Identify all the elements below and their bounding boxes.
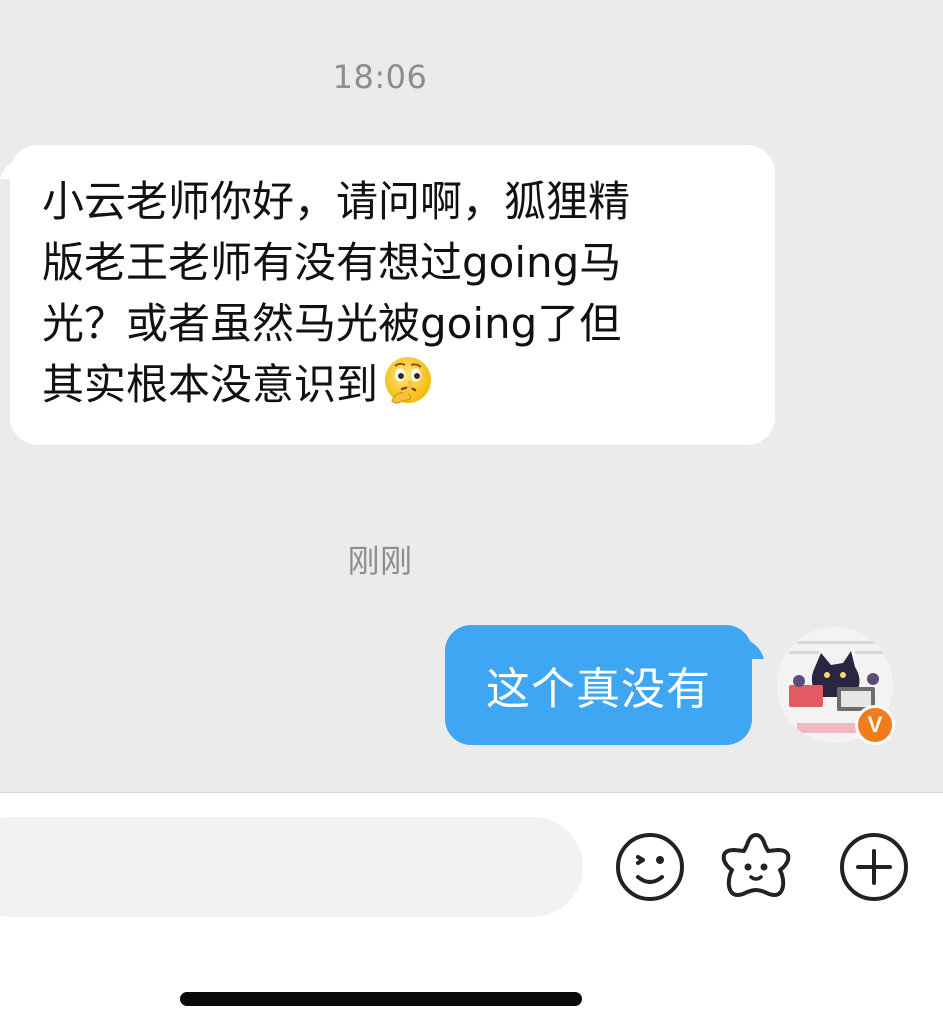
sticker-icon[interactable] bbox=[718, 829, 794, 905]
chat-area: 18:06 小云老师你好，请问啊，狐狸精 版老王老师有没有想过going马 光？… bbox=[0, 0, 943, 792]
timestamp: 刚刚 bbox=[347, 542, 413, 580]
message-line-1: 小云老师你好，请问啊，狐狸精 bbox=[42, 177, 631, 226]
outgoing-message-bubble[interactable]: 这个真没有 bbox=[445, 625, 752, 745]
plus-icon[interactable] bbox=[836, 829, 912, 905]
verified-badge: V bbox=[855, 705, 895, 745]
message-line-3: 光？或者虽然马光被going了但 bbox=[42, 299, 622, 348]
emoji-icon[interactable] bbox=[612, 829, 688, 905]
outgoing-message-text: 这个真没有 bbox=[486, 664, 711, 715]
message-line-2: 版老王老师有没有想过going马 bbox=[42, 238, 622, 287]
input-bar bbox=[0, 792, 943, 1030]
message-line-4: 其实根本没意识到 bbox=[42, 360, 379, 409]
home-indicator[interactable] bbox=[180, 992, 582, 1006]
incoming-message-text: 小云老师你好，请问啊，狐狸精 版老王老师有没有想过going马 光？或者虽然马光… bbox=[42, 171, 745, 415]
message-input[interactable] bbox=[0, 817, 583, 917]
timestamp: 18:06 bbox=[332, 58, 428, 96]
thinking-face-icon bbox=[385, 357, 432, 404]
incoming-message-bubble[interactable]: 小云老师你好，请问啊，狐狸精 版老王老师有没有想过going马 光？或者虽然马光… bbox=[10, 145, 775, 445]
